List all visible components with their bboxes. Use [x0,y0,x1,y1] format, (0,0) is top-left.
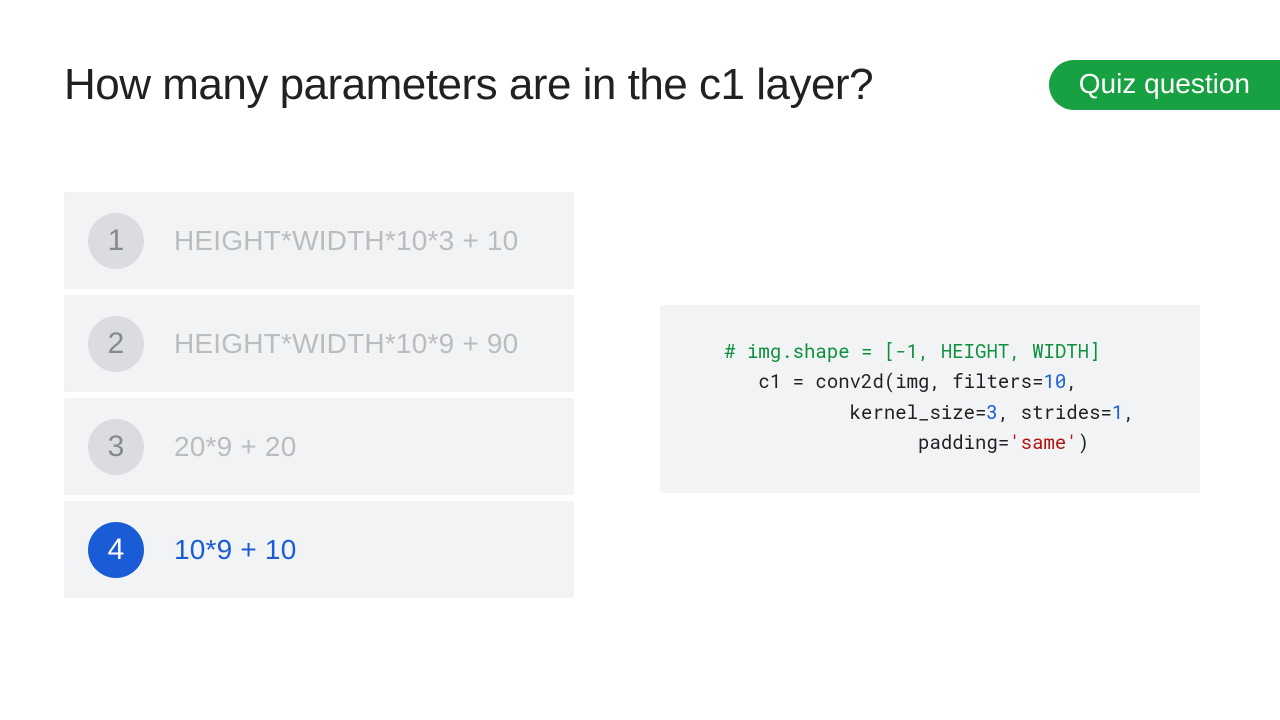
code-snippet: # img.shape = [-1, HEIGHT, WIDTH] c1 = c… [660,305,1200,493]
option-text: HEIGHT*WIDTH*10*3 + 10 [174,225,518,257]
option-number: 4 [88,522,144,578]
option-text: 10*9 + 10 [174,534,296,566]
option-3[interactable]: 3 20*9 + 20 [64,398,574,495]
option-1[interactable]: 1 HEIGHT*WIDTH*10*3 + 10 [64,192,574,289]
option-text: 20*9 + 20 [174,431,296,463]
option-text: HEIGHT*WIDTH*10*9 + 90 [174,328,518,360]
option-number: 3 [88,419,144,475]
quiz-badge: Quiz question [1049,60,1280,110]
option-number: 1 [88,213,144,269]
option-number: 2 [88,316,144,372]
answer-options: 1 HEIGHT*WIDTH*10*3 + 10 2 HEIGHT*WIDTH*… [64,192,574,604]
option-2[interactable]: 2 HEIGHT*WIDTH*10*9 + 90 [64,295,574,392]
question-title: How many parameters are in the c1 layer? [64,60,873,110]
option-4[interactable]: 4 10*9 + 10 [64,501,574,598]
